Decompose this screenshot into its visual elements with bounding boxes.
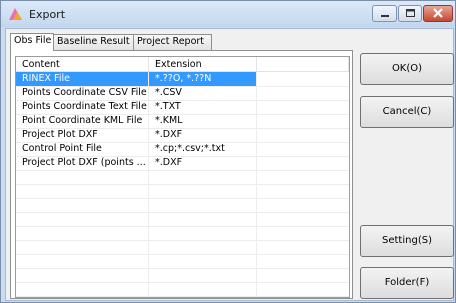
ok-button[interactable]: OK(O) <box>360 53 454 85</box>
column-header-extension[interactable]: Extension <box>149 57 257 72</box>
window-title: Export <box>29 8 66 21</box>
cancel-button[interactable]: Cancel(C) <box>360 96 454 128</box>
maximize-button[interactable] <box>398 5 422 22</box>
cell-content: Control Point File <box>22 143 102 154</box>
cell-extension: *.DXF <box>155 129 183 140</box>
column-separator <box>256 72 257 297</box>
maximize-icon <box>406 9 415 17</box>
grid-line <box>16 184 349 185</box>
column-header-empty <box>257 57 349 72</box>
grid-line <box>16 114 349 115</box>
table-row[interactable]: Project Plot DXF *.DXF <box>16 128 349 142</box>
minimize-icon <box>381 15 389 17</box>
cell-content: Project Plot DXF (points ... <box>22 157 146 168</box>
grid-line <box>16 296 349 297</box>
grid-line <box>16 212 349 213</box>
grid-line <box>16 142 349 143</box>
tab-baseline-result[interactable]: Baseline Result <box>53 34 134 50</box>
cell-extension: *.DXF <box>155 157 183 168</box>
tab-panel: Content Extension RINEX File *.??O, *.??N… <box>10 50 353 299</box>
title-bar[interactable]: Export <box>1 1 455 27</box>
tab-obs-file[interactable]: Obs File <box>10 33 54 51</box>
app-icon <box>9 8 22 20</box>
table-row[interactable]: Control Point File *.cp;*.csv;*.txt <box>16 142 349 156</box>
export-window: Export Obs File Baseline Result Project … <box>0 0 456 303</box>
grid-line <box>16 170 349 171</box>
grid-line <box>16 128 349 129</box>
cell-content: RINEX File <box>16 72 149 86</box>
cell-extension: *.TXT <box>155 101 181 112</box>
cell-content: Project Plot DXF <box>22 129 98 140</box>
cell-extension: *.cp;*.csv;*.txt <box>155 143 225 154</box>
grid-line <box>16 282 349 283</box>
export-list[interactable]: Content Extension RINEX File *.??O, *.??N… <box>15 56 350 298</box>
column-separator <box>148 72 149 297</box>
cell-extension: *.??O, *.??N <box>149 72 257 86</box>
dialog-body: Obs File Baseline Result Project Report … <box>5 28 454 301</box>
grid-line <box>16 268 349 269</box>
grid-line <box>16 156 349 157</box>
grid-line <box>16 226 349 227</box>
close-button[interactable] <box>423 5 453 22</box>
table-row[interactable]: Point Coordinate KML File *.KML <box>16 114 349 128</box>
grid-line <box>16 86 349 87</box>
grid-line <box>16 240 349 241</box>
grid-line <box>16 100 349 101</box>
setting-button[interactable]: Setting(S) <box>360 225 454 257</box>
cell-content: Point Coordinate KML File <box>22 115 143 126</box>
column-header-content[interactable]: Content <box>16 57 149 72</box>
close-icon <box>433 8 443 18</box>
table-row[interactable]: RINEX File *.??O, *.??N <box>16 72 349 86</box>
table-row[interactable]: Points Coordinate CSV File *.CSV <box>16 86 349 100</box>
cell-extension: *.CSV <box>155 87 182 98</box>
table-row[interactable]: Points Coordinate Text File *.TXT <box>16 100 349 114</box>
table-row[interactable]: Project Plot DXF (points ... *.DXF <box>16 156 349 170</box>
grid-line <box>16 198 349 199</box>
grid-line <box>16 254 349 255</box>
folder-button[interactable]: Folder(F) <box>360 267 454 299</box>
cell-content: Points Coordinate Text File <box>22 101 147 112</box>
tab-project-report[interactable]: Project Report <box>133 34 212 50</box>
cell-content: Points Coordinate CSV File <box>22 87 147 98</box>
minimize-button[interactable] <box>372 5 397 22</box>
cell-extension: *.KML <box>155 115 183 126</box>
